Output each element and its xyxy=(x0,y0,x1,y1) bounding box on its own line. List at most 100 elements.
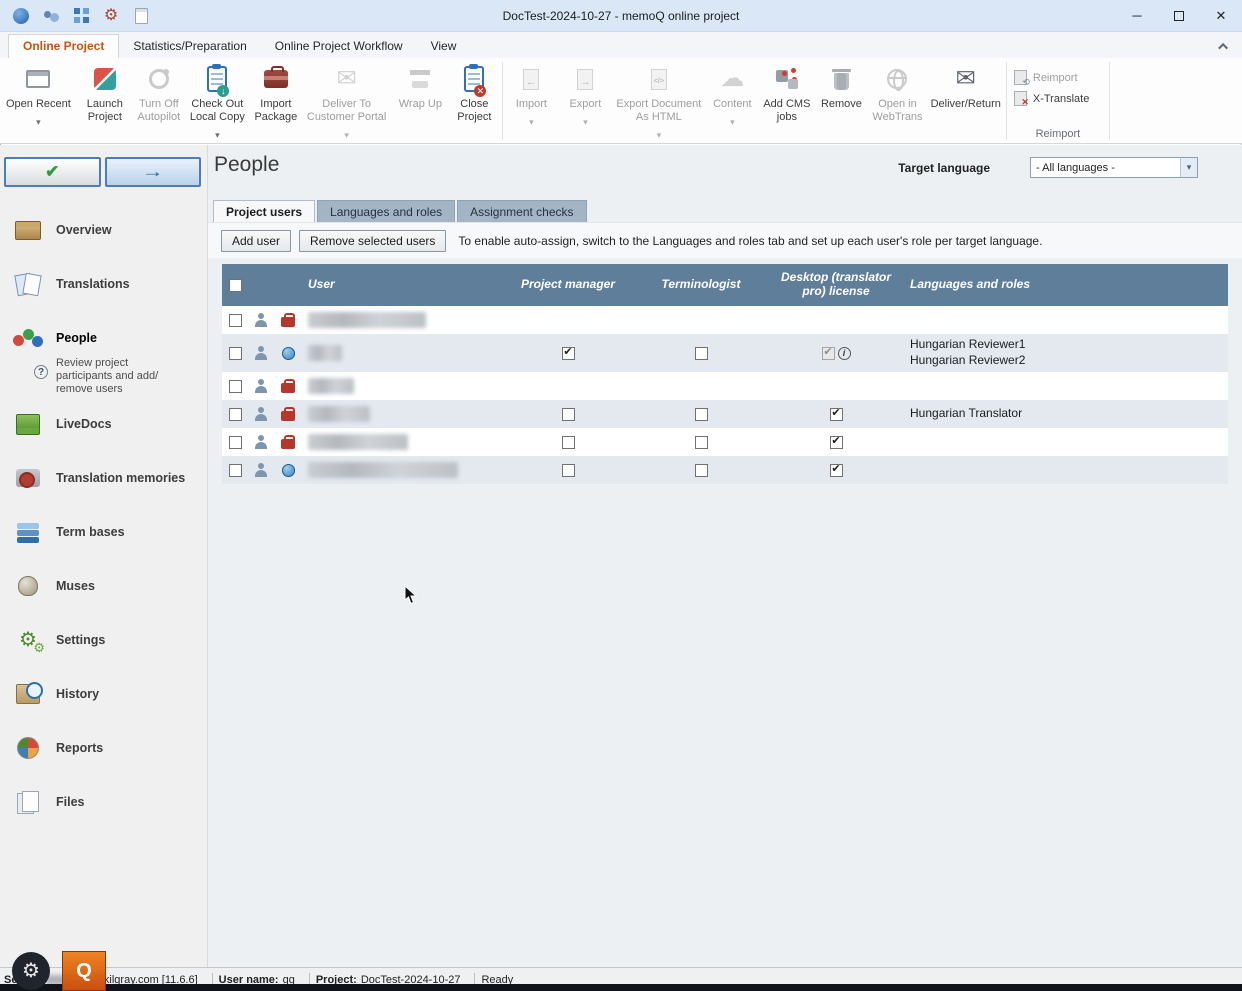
tab-online-project-workflow[interactable]: Online Project Workflow xyxy=(261,35,417,58)
wrap-up-button[interactable]: Wrap Up xyxy=(393,59,447,113)
reimport-button[interactable]: Reimport xyxy=(1008,67,1084,88)
desktop-license-checkbox[interactable] xyxy=(830,464,843,477)
check-out-local-copy-button[interactable]: ↓ Check Out Local Copy xyxy=(186,59,249,143)
open-in-webtrans-button[interactable]: Open in WebTrans xyxy=(868,59,926,126)
quick-access-toolbar: ⚙ xyxy=(0,7,150,25)
row-checkbox[interactable] xyxy=(229,408,242,421)
close-project-button[interactable]: ✕ Close Project xyxy=(447,59,501,126)
sidebar-item-muses[interactable]: Muses xyxy=(0,559,207,613)
table-row xyxy=(222,306,1228,334)
globe-user-icon xyxy=(282,464,295,477)
envelope-icon: ✉ xyxy=(956,63,976,95)
sidebar-item-reports[interactable]: Reports xyxy=(0,721,207,775)
desktop-license-checkbox[interactable] xyxy=(822,347,835,360)
row-checkbox[interactable] xyxy=(229,380,242,393)
col-languages-and-roles: Languages and roles xyxy=(904,278,1228,292)
trash-icon xyxy=(834,63,849,95)
sidebar-item-livedocs[interactable]: LiveDocs xyxy=(0,397,207,451)
pm-checkbox[interactable] xyxy=(562,464,575,477)
sidebar-item-translations[interactable]: Translations xyxy=(0,257,207,311)
target-language-select[interactable]: - All languages - xyxy=(1030,157,1198,178)
taskbar-settings-button[interactable]: ⚙ xyxy=(12,952,50,990)
memoq-taskbar-icon[interactable]: Q xyxy=(62,951,106,991)
tab-online-project[interactable]: Online Project xyxy=(8,34,119,58)
row-checkbox[interactable] xyxy=(229,436,242,449)
user-icon xyxy=(254,435,268,449)
sidebar-item-files[interactable]: Files xyxy=(0,775,207,829)
add-user-button[interactable]: Add user xyxy=(221,230,291,252)
deliver-return-button[interactable]: ✉ Deliver/Return xyxy=(927,59,1005,113)
row-checkbox[interactable] xyxy=(229,464,242,477)
tab-project-users[interactable]: Project users xyxy=(213,200,315,222)
table-row xyxy=(222,456,1228,484)
collapse-ribbon-button[interactable] xyxy=(1216,39,1232,53)
user-icon xyxy=(254,313,268,327)
export-button[interactable]: → Export xyxy=(558,59,612,130)
approve-button[interactable]: ✔ xyxy=(4,157,101,187)
pm-checkbox[interactable] xyxy=(562,408,575,421)
turn-off-autopilot-button[interactable]: Turn Off Autopilot xyxy=(132,59,186,126)
cms-jobs-icon xyxy=(775,63,799,95)
sidebar-item-term-bases[interactable]: Term bases xyxy=(0,505,207,559)
users-icon[interactable] xyxy=(42,7,60,25)
chevron-up-icon xyxy=(1218,42,1228,52)
minimize-button[interactable]: ─ xyxy=(1116,1,1158,31)
redacted-user-name xyxy=(308,434,408,450)
ribbon-group-reimport: Reimport X-Translate Reimport xyxy=(1008,59,1108,143)
pm-checkbox[interactable] xyxy=(562,347,575,360)
deliver-to-customer-portal-button[interactable]: ✉ Deliver To Customer Portal xyxy=(303,59,390,143)
chevron-down-icon xyxy=(344,127,349,141)
maximize-button[interactable] xyxy=(1158,1,1200,31)
terminologist-checkbox[interactable] xyxy=(695,436,708,449)
term-bases-icon xyxy=(10,517,46,547)
import-package-button[interactable]: Import Package xyxy=(249,59,303,126)
content-button[interactable]: ☁ Content xyxy=(705,59,759,130)
log-icon[interactable] xyxy=(132,7,150,25)
settings-gear-icon: ⚙ xyxy=(10,625,46,655)
sidebar-item-translation-memories[interactable]: Translation memories xyxy=(0,451,207,505)
history-icon xyxy=(10,679,46,709)
tab-languages-and-roles[interactable]: Languages and roles xyxy=(317,200,455,222)
x-translate-button[interactable]: X-Translate xyxy=(1008,88,1095,109)
tab-view[interactable]: View xyxy=(417,35,471,58)
row-checkbox[interactable] xyxy=(229,314,242,327)
html-document-icon: </> xyxy=(651,63,667,95)
wrap-up-icon xyxy=(410,63,430,95)
services-icon[interactable]: ⚙ xyxy=(102,7,120,25)
sidebar-item-overview[interactable]: Overview xyxy=(0,203,207,257)
select-all-checkbox[interactable] xyxy=(229,279,242,292)
col-terminologist: Terminologist xyxy=(634,278,768,292)
col-user: User xyxy=(302,278,502,292)
terminologist-checkbox[interactable] xyxy=(695,408,708,421)
export-document-as-html-button[interactable]: </> Export Document As HTML xyxy=(612,59,705,143)
remove-selected-users-button[interactable]: Remove selected users xyxy=(299,230,446,252)
launch-project-button[interactable]: Launch Project xyxy=(78,59,132,126)
col-desktop-license: Desktop (translator pro) license xyxy=(768,271,904,299)
people-description: ? Review project participants and add/ r… xyxy=(0,357,207,397)
sidebar: ✔ → Overview Translations People ? Revie… xyxy=(0,145,208,967)
import-button[interactable]: ← Import xyxy=(504,59,558,130)
terminologist-checkbox[interactable] xyxy=(695,347,708,360)
deliver-quick-button[interactable]: → xyxy=(105,157,202,187)
people-tabs: Project users Languages and roles Assign… xyxy=(208,200,1242,222)
tab-assignment-checks[interactable]: Assignment checks xyxy=(457,200,586,222)
open-recent-button[interactable]: Open Recent xyxy=(2,59,75,130)
desktop-license-checkbox[interactable] xyxy=(830,436,843,449)
tab-statistics-preparation[interactable]: Statistics/Preparation xyxy=(119,35,260,58)
toolbox-icon xyxy=(281,411,295,421)
auto-assign-hint: To enable auto-assign, switch to the Lan… xyxy=(458,234,1042,248)
translations-icon xyxy=(10,269,46,299)
table-row xyxy=(222,428,1228,456)
terminologist-checkbox[interactable] xyxy=(695,464,708,477)
autopilot-icon xyxy=(149,63,169,95)
add-cms-jobs-button[interactable]: Add CMS jobs xyxy=(759,59,814,126)
remove-button[interactable]: Remove xyxy=(814,59,868,113)
pm-checkbox[interactable] xyxy=(562,436,575,449)
close-button[interactable]: ✕ xyxy=(1200,1,1242,31)
desktop-license-checkbox[interactable] xyxy=(830,408,843,421)
resources-icon[interactable] xyxy=(72,7,90,25)
row-checkbox[interactable] xyxy=(229,347,242,360)
sidebar-item-settings[interactable]: ⚙ Settings xyxy=(0,613,207,667)
sidebar-item-history[interactable]: History xyxy=(0,667,207,721)
help-icon[interactable]: ? xyxy=(34,365,48,379)
